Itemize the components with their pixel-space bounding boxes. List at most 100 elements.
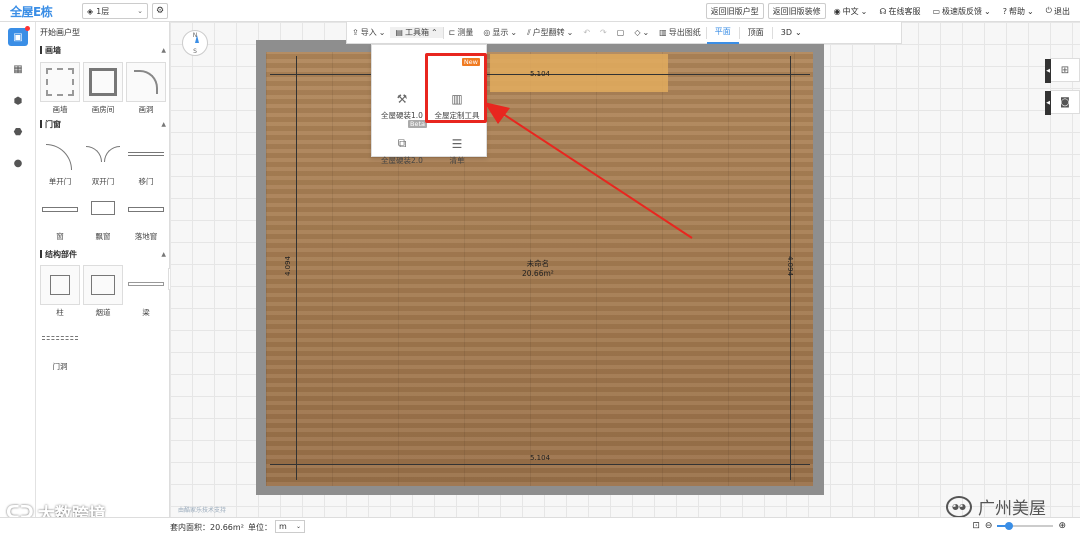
left-icon-bar: ▣ ▦ ⬢ ⬣ ● <box>0 22 36 517</box>
hexagon-icon: ⬣ <box>13 126 23 138</box>
back-old-decor-button[interactable]: 返回旧版装修 <box>767 3 826 19</box>
tool-beam[interactable]: 梁 <box>126 265 166 317</box>
help-menu[interactable]: ? 帮助 ⌄ <box>999 6 1038 17</box>
zoom-knob[interactable] <box>1005 522 1014 530</box>
feedback-menu[interactable]: ▭ 极速版反馈 ⌄ <box>928 6 994 17</box>
tab-3d[interactable]: 3D ⌄ <box>773 22 810 44</box>
tab-3d-label: 3D <box>780 28 792 37</box>
chevron-down-icon: ⌄ <box>1026 6 1034 16</box>
language-menu[interactable]: ◉ 中文 ⌄ <box>830 6 872 17</box>
arrow-shaft <box>493 107 693 239</box>
notification-dot <box>25 26 30 31</box>
cube-icon: ⬢ <box>13 95 23 107</box>
logout-label: 退出 <box>1054 6 1070 16</box>
help-label: 帮助 <box>1008 6 1025 16</box>
tool-floor-window[interactable]: 落地窗 <box>126 189 166 241</box>
tool-window[interactable]: 窗 <box>40 189 80 241</box>
sliding-door-icon <box>126 134 166 174</box>
tool-label: 移门 <box>138 177 154 186</box>
section-title: 结构部件 <box>45 249 77 259</box>
wechat-icon: ◕◕ <box>946 495 972 518</box>
redo-button[interactable]: ↷ <box>595 28 612 37</box>
tool-sliding-door[interactable]: 移门 <box>126 134 166 186</box>
menu-item-hard-decor-1[interactable]: ⚒ 全屋硬装1.0 <box>375 75 429 121</box>
tool-double-door[interactable]: 双开门 <box>83 134 123 186</box>
tool-label: 落地窗 <box>134 232 158 241</box>
section-header-wall[interactable]: 画墙 ▲ <box>40 44 166 56</box>
undo-button[interactable]: ↶ <box>578 28 595 37</box>
tool-doorway[interactable]: 门洞 <box>40 319 80 371</box>
flue-icon <box>83 265 123 305</box>
top-bar: 全屋E栋 ◈ 1层 ⌄ ⚙ 返回旧版户型 返回旧版装修 ◉ 中文 ⌄ ☊ 在线客服 ▭… <box>0 0 1080 22</box>
back-old-layout-button[interactable]: 返回旧版户型 <box>705 3 764 19</box>
compass-north: N <box>192 32 198 39</box>
material-tab[interactable]: ⬣ <box>8 123 28 141</box>
tool-label: 画墙 <box>52 105 68 114</box>
dimension-right: 4.094 <box>786 255 795 277</box>
menu-item-hard-decor-2[interactable]: Beta ⧉ 全屋硬装2.0 <box>375 120 429 166</box>
catalog-tab[interactable]: ▦ <box>8 60 28 78</box>
double-door-icon <box>83 134 123 174</box>
tool-draw-hole[interactable]: 画洞 <box>126 62 166 114</box>
dimension-top: 5.104 <box>530 70 551 78</box>
draw-wall-icon <box>40 62 80 102</box>
eye-icon: ◎ <box>483 28 491 37</box>
toolbox-menu[interactable]: ▤ 工具箱 ⌃ <box>390 27 443 38</box>
floor-select[interactable]: ◈ 1层 ⌄ <box>82 3 148 19</box>
unit-label: 单位： <box>248 523 272 532</box>
zoom-in-icon[interactable]: ⊕ <box>1058 521 1066 531</box>
menu-item-list[interactable]: ☰ 清单 <box>430 120 484 166</box>
zoom-out-icon[interactable]: ⊖ <box>985 521 993 531</box>
fit-view-icon[interactable]: ⊡ <box>972 521 980 531</box>
status-bar: 套内面积：20.66m² 单位： m ⌄ ⊡ ⊖ ⊕ <box>0 517 1080 535</box>
section-title: 门窗 <box>45 119 61 129</box>
bay-window-icon <box>83 189 123 229</box>
user-tab[interactable]: ● <box>8 154 28 172</box>
grid-icon: ▦ <box>13 63 23 75</box>
zoom-slider[interactable] <box>997 522 1054 530</box>
clear-menu[interactable]: ◇ ⌄ <box>629 28 654 37</box>
section-header-structure[interactable]: 结构部件 ▲ <box>40 248 166 260</box>
measure-tool[interactable]: ⊏ 测量 <box>444 27 479 38</box>
tool-column[interactable]: 柱 <box>40 265 80 317</box>
section-title: 画墙 <box>45 45 61 55</box>
help-icon: ? <box>1002 6 1007 16</box>
chevron-down-icon: ⌄ <box>794 28 802 37</box>
export-drawing-button[interactable]: ▥ 导出图纸 <box>654 27 706 38</box>
collapse-icon: ▲ <box>161 46 166 54</box>
tool-draw-room[interactable]: 画房间 <box>83 62 123 114</box>
online-service-link[interactable]: ☊ 在线客服 <box>875 6 924 17</box>
floor-value: 1层 <box>96 6 110 16</box>
flip-layout-menu[interactable]: ⫽ 户型翻转 ⌄ <box>522 27 578 38</box>
save-button[interactable]: ▢ <box>612 28 630 37</box>
model-tab[interactable]: ⬢ <box>8 92 28 110</box>
draw-room-icon <box>83 62 123 102</box>
single-door-icon <box>40 134 80 174</box>
language-label: 中文 <box>842 6 859 16</box>
draw-layout-tab[interactable]: ▣ <box>8 26 30 46</box>
tab-plan[interactable]: 平面 <box>706 22 739 44</box>
tool-single-door[interactable]: 单开门 <box>40 134 80 186</box>
import-menu[interactable]: ⇪ 导入 ⌄ <box>347 27 390 38</box>
display-label: 显示 <box>492 28 509 37</box>
dimension-line-left <box>296 56 297 480</box>
tool-label: 画房间 <box>91 105 115 114</box>
section-header-doors-windows[interactable]: 门窗 ▲ <box>40 118 166 130</box>
tool-label: 门洞 <box>52 362 68 371</box>
tool-flue[interactable]: 烟道 <box>83 265 123 317</box>
tab-ceiling[interactable]: 顶面 <box>740 22 772 44</box>
display-menu[interactable]: ◎ 显示 ⌄ <box>478 27 522 38</box>
compass-south: S <box>193 48 197 55</box>
settings-button[interactable]: ⚙ <box>152 3 168 19</box>
unit-select[interactable]: m ⌄ <box>275 520 305 533</box>
room-area-label[interactable]: 未命名 20.66m² <box>522 258 554 278</box>
tool-bay-window[interactable]: 飘窗 <box>83 189 123 241</box>
design-canvas[interactable]: N S 5.104 5.104 4.094 4.094 未命名 20.66m² … <box>170 22 1080 519</box>
compass[interactable]: N S <box>182 30 208 56</box>
right-panel-toggle-camera[interactable]: ◀ ◙ <box>1045 90 1080 115</box>
chevron-down-icon: ⌄ <box>510 28 518 37</box>
logout-link[interactable]: ⏻ 退出 <box>1042 6 1074 17</box>
toolbox-label: 工具箱 <box>404 28 429 37</box>
tool-draw-wall[interactable]: 画墙 <box>40 62 80 114</box>
right-panel-toggle-layout[interactable]: ◀ ⊞ <box>1045 58 1080 83</box>
